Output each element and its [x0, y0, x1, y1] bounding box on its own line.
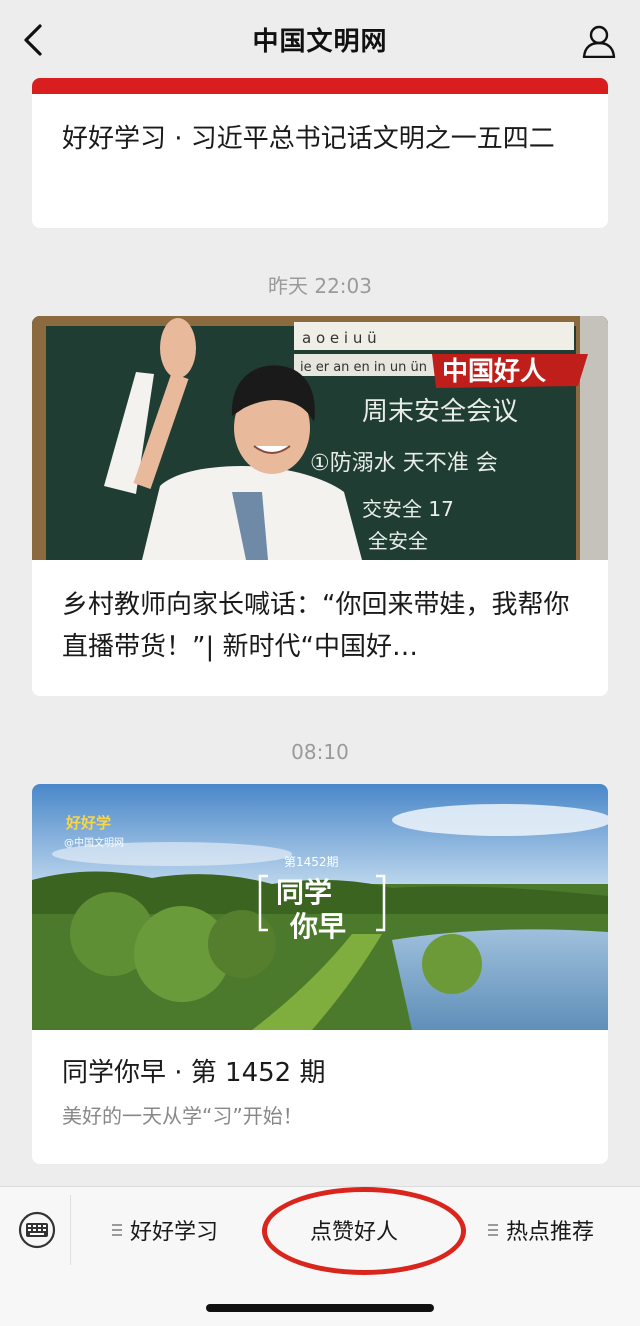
issue-number-text: 第1452期	[284, 855, 339, 869]
card-red-banner	[32, 78, 608, 94]
overlay-text-2: 你早	[289, 910, 346, 943]
logo-subtext: @中国文明网	[64, 836, 124, 849]
chalk-text-4: 全安全	[368, 529, 428, 553]
timestamp: 昨天 22:03	[268, 274, 372, 298]
article-card[interactable]: 好好学习 · 习近平总书记话文明之一五四二	[32, 78, 608, 228]
article-cover-image: 好好学 @中国文明网 第1452期 同学 你早	[32, 784, 608, 1030]
logo-text: 好好学	[65, 814, 111, 832]
landscape-photo: 好好学 @中国文明网 第1452期 同学 你早	[32, 784, 608, 1030]
article-cover-image: a o e i u ü ie er an en in un ün 周末安全会议 …	[32, 316, 608, 560]
article-title: 乡村教师向家长喊话：“你回来带娃，我帮你直播带货！”| 新时代“中国好…	[62, 590, 570, 662]
pinyin-strip-1: a o e i u ü	[302, 329, 377, 347]
chalk-text-2: ①防溺水 天不准 会	[310, 451, 498, 476]
menu-item-label: 热点推荐	[506, 1220, 595, 1245]
article-card[interactable]: a o e i u ü ie er an en in un ün 周末安全会议 …	[32, 316, 608, 696]
top-nav-bar: 中国文明网	[0, 0, 640, 78]
menu-item-label: 好好学习	[130, 1220, 219, 1245]
timestamp: 08:10	[291, 740, 349, 764]
classroom-photo: a o e i u ü ie er an en in un ün 周末安全会议 …	[32, 316, 608, 560]
article-subtitle: 美好的一天从学“习”开始！	[62, 1104, 303, 1128]
keyboard-icon[interactable]	[18, 1211, 56, 1249]
submenu-icon	[488, 1221, 498, 1239]
page-title: 中国文明网	[252, 26, 388, 57]
article-title: 好好学习 · 习近平总书记话文明之一五四二	[62, 124, 555, 154]
menu-item-hot-topics[interactable]: 热点推荐	[488, 1213, 594, 1247]
chalk-text-1: 周末安全会议	[362, 397, 518, 427]
article-title: 同学你早 · 第 1452 期	[62, 1058, 326, 1088]
menu-divider	[70, 1195, 71, 1265]
home-indicator[interactable]	[206, 1304, 434, 1312]
chalk-text-3: 交安全 17	[362, 497, 454, 521]
submenu-icon	[112, 1221, 122, 1239]
article-card[interactable]: 好好学 @中国文明网 第1452期 同学 你早 同学你早 · 第 1452 期 …	[32, 784, 608, 1164]
highlight-annotation-circle	[262, 1187, 466, 1275]
back-chevron-icon[interactable]	[18, 22, 50, 58]
user-icon[interactable]	[582, 24, 616, 58]
badge-text: 中国好人	[442, 357, 546, 387]
pinyin-strip-2: ie er an en in un ün	[300, 360, 427, 375]
message-feed[interactable]: 好好学习 · 习近平总书记话文明之一五四二 昨天 22:03 a o e i u…	[0, 78, 640, 1188]
overlay-text-1: 同学	[276, 876, 332, 909]
menu-item-study[interactable]: 好好学习	[112, 1213, 218, 1247]
